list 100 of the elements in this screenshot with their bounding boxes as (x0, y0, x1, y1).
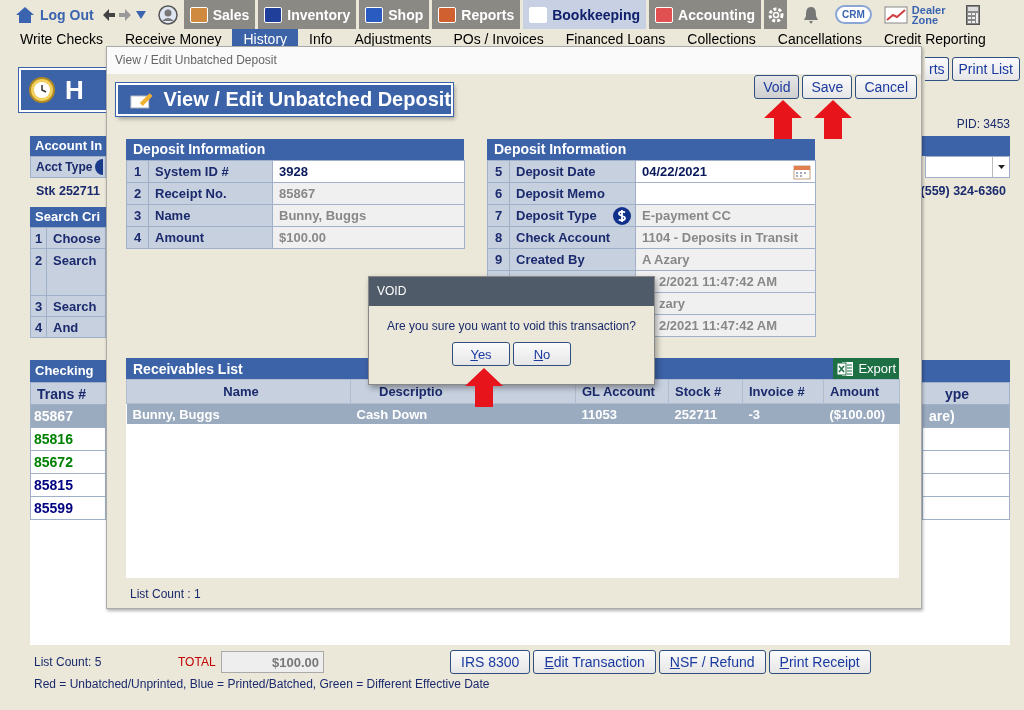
row-number: 4 (30, 316, 47, 338)
dialog-button[interactable]: No (513, 342, 571, 366)
row-number: 8 (487, 226, 510, 249)
field-value: $100.00 (279, 230, 326, 245)
menu-item[interactable]: POs / Invoices (442, 29, 555, 47)
panel-header: Receivables List (133, 360, 243, 377)
menu-item[interactable]: Collections (676, 29, 767, 47)
field-value: A Azary (642, 252, 690, 267)
field-value: 85867 (279, 186, 316, 201)
dialog-button[interactable]: Void (754, 75, 800, 99)
row-number: 7 (487, 204, 510, 227)
arrow-icon (764, 100, 802, 139)
arrow-icon (814, 100, 852, 139)
spreadsheet-icon (836, 360, 855, 377)
column-header: Invoice # (742, 379, 824, 404)
dialog-button[interactable]: Yes (452, 342, 510, 366)
field-value: 2/2021 11:47:42 AM (659, 318, 778, 333)
panel-header: Deposit Information (126, 139, 464, 160)
field-label: Choose (46, 227, 106, 249)
tab-icon (655, 6, 674, 23)
table-cell: Bunny, Buggs (126, 403, 351, 424)
row-number: 3 (30, 295, 47, 317)
field-label: Created By (516, 252, 585, 267)
field-value: 1104 - Deposits in Transit (642, 230, 799, 245)
action-button[interactable]: Edit Transaction (533, 650, 656, 674)
field-value: zary (659, 296, 686, 311)
row-number: 1 (126, 160, 149, 183)
panel-header: Deposit Information (487, 139, 815, 160)
crm-icon[interactable]: CRM (835, 5, 872, 24)
menu-item[interactable]: Write Checks (9, 29, 114, 47)
home-icon[interactable] (15, 5, 35, 24)
window-title: View / Edit Unbatched Deposit (107, 47, 921, 74)
caret-icon[interactable] (135, 10, 146, 19)
bell-icon[interactable] (803, 5, 820, 24)
table-cell[interactable]: 85816 (30, 428, 106, 451)
dialog-heading: View / Edit Unbatched Deposit (163, 88, 451, 111)
settings-icon[interactable] (764, 0, 788, 29)
back-arrow-icon[interactable] (101, 7, 116, 22)
table-cell[interactable]: 85599 (30, 497, 106, 520)
field-label: Deposit Type (516, 208, 597, 223)
total-field[interactable]: $100.00 (221, 651, 324, 673)
stock-label: Stk 252711 (36, 184, 100, 200)
field-value: E-payment CC (642, 208, 731, 223)
action-button[interactable]: Print Receipt (768, 650, 871, 674)
dollar-icon[interactable] (613, 206, 631, 225)
menu-item[interactable]: Adjustments (343, 29, 443, 47)
dialog-button[interactable]: Cancel (855, 75, 917, 99)
menu-item[interactable]: Info (298, 29, 344, 47)
field-label: Search (46, 248, 106, 296)
table-cell[interactable]: 85672 (30, 451, 106, 474)
row-number: 1 (30, 227, 47, 249)
arrow-icon (465, 368, 503, 407)
menu-item[interactable]: Credit Reporting (872, 29, 997, 47)
logout-link[interactable]: Log Out (40, 6, 94, 23)
row-number: 3 (126, 204, 149, 227)
field-value: 04/22/2021 (642, 164, 708, 179)
field-label: System ID # (155, 164, 229, 179)
field-label: Acct Type (36, 160, 93, 174)
total-label: TOTAL (178, 655, 217, 669)
export-button[interactable]: Export (833, 358, 899, 379)
action-button[interactable]: NSF / Refund (658, 650, 766, 674)
tab-icon (264, 6, 283, 23)
pencil-icon (130, 90, 154, 109)
row-number: 4 (126, 226, 149, 249)
action-button[interactable]: IRS 8300 (450, 650, 531, 674)
field-label: Deposit Date (516, 164, 596, 179)
clock-icon (29, 77, 55, 103)
row-number: 2 (30, 248, 47, 296)
field-label: Amount (155, 230, 205, 245)
column-header: Trans # (37, 385, 87, 402)
menu-item[interactable]: Financed Loans (554, 29, 677, 47)
nav-tab[interactable]: Bookkeeping (523, 0, 647, 29)
column-header: Amount (823, 379, 900, 404)
menu-item[interactable]: Cancellations (766, 29, 873, 47)
row-number: 6 (487, 182, 510, 205)
table-cell[interactable]: 85815 (30, 474, 106, 497)
calendar-icon[interactable] (793, 163, 811, 180)
tab-icon (365, 6, 384, 23)
dealer-zone-link[interactable]: Dealer Zone (911, 4, 948, 25)
tab-icon (189, 6, 208, 23)
column-header: ype (944, 385, 969, 402)
row-number: 5 (487, 160, 510, 183)
field-label: Deposit Memo (516, 186, 605, 201)
menu-item[interactable]: History (232, 29, 299, 47)
color-legend: Red = Unbatched/Unprinted, Blue = Printed/Batched, Green = Different Effective Date (34, 677, 1024, 691)
page-title: H (65, 74, 84, 106)
toolbar-button[interactable]: rts (925, 57, 949, 81)
tab-icon (438, 6, 457, 23)
menu-item[interactable]: Receive Money (114, 29, 233, 47)
dialog-message: Are you sure you want to void this transaction? (386, 319, 637, 333)
print-list-button[interactable]: Print List (951, 57, 1020, 81)
chart-icon[interactable] (883, 5, 908, 24)
caret-icon (997, 165, 1005, 169)
calculator-icon[interactable] (965, 4, 980, 25)
panel-header: Search Cri (30, 207, 106, 227)
dialog-title: VOID (369, 277, 654, 306)
dialog-button[interactable]: Save (802, 75, 853, 99)
phone-number: (559) 324-6360 (920, 184, 1006, 200)
user-icon[interactable] (157, 4, 178, 25)
list-count: List Count : 1 (130, 587, 202, 601)
